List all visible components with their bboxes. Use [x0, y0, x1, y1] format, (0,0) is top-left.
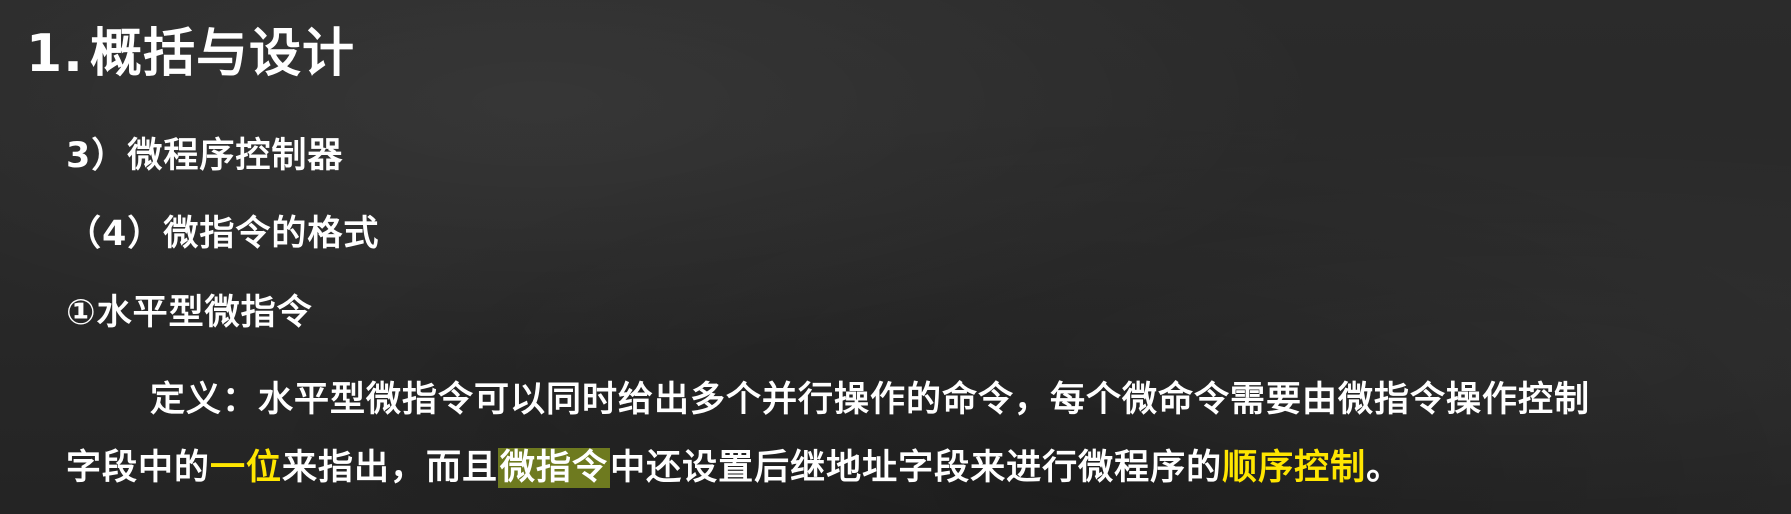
heading-microprogram-controller: 3）微程序控制器: [66, 136, 344, 176]
title-number: 1.: [26, 24, 84, 84]
slide-title: 1. 概括与设计: [26, 14, 355, 94]
emphasis-sequence-control: 顺序控制: [1222, 448, 1367, 488]
definition-line-2: 字段中的一位来指出，而且微指令中还设置后继地址字段来进行微程序的顺序控制。: [66, 443, 1402, 493]
highlighted-microinstruction: 微指令: [498, 448, 611, 488]
emphasis-one-bit: 一位: [210, 448, 283, 488]
heading-microinstruction-format: （4）微指令的格式: [66, 214, 380, 254]
definition-text: 字段中的: [66, 448, 211, 488]
heading-horizontal-microinstruction: ①水平型微指令: [66, 293, 313, 333]
definition-line-1: 定义：水平型微指令可以同时给出多个并行操作的命令，每个微命令需要由微指令操作控制: [150, 380, 1591, 420]
title-text: 概括与设计: [89, 24, 355, 84]
definition-text: 中还设置后继地址字段来进行微程序的: [610, 448, 1223, 488]
definition-text: 来指出，而且: [282, 448, 499, 488]
definition-period: 。: [1366, 448, 1403, 488]
chalkboard-slide: 1. 概括与设计 3）微程序控制器 （4）微指令的格式 ①水平型微指令 定义：水平…: [0, 0, 1791, 514]
